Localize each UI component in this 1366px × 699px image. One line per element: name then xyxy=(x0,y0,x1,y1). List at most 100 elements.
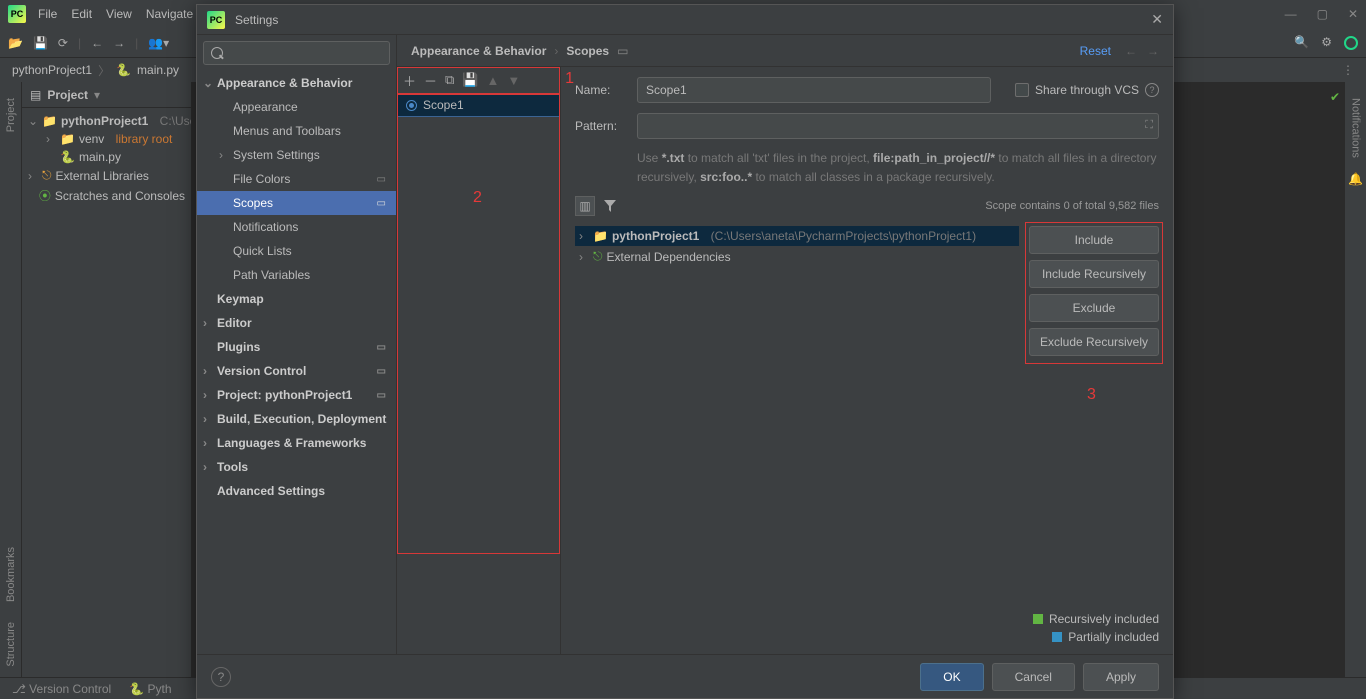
dialog-title: Settings xyxy=(235,13,278,27)
open-icon[interactable]: 📂 xyxy=(8,36,23,50)
nav-menus-toolbars[interactable]: Menus and Toolbars xyxy=(197,119,396,143)
nav-project[interactable]: ›Project: pythonProject1▭ xyxy=(197,383,396,407)
dialog-logo: PC xyxy=(207,11,225,29)
exclude-recursively-button[interactable]: Exclude Recursively xyxy=(1029,328,1159,356)
settings-search-input[interactable] xyxy=(203,41,390,65)
tree-scratches[interactable]: ⦿ Scratches and Consoles xyxy=(22,185,191,206)
back-icon[interactable]: ← xyxy=(91,36,103,50)
tree-main[interactable]: 🐍 main.py xyxy=(22,148,191,166)
nav-tools[interactable]: ›Tools xyxy=(197,455,396,479)
cancel-button[interactable]: Cancel xyxy=(992,663,1075,691)
nav-file-colors[interactable]: File Colors▭ xyxy=(197,167,396,191)
view-mode-icon[interactable]: ▥ xyxy=(575,196,595,216)
nav-version-control[interactable]: ›Version Control▭ xyxy=(197,359,396,383)
remove-scope-icon[interactable]: － xyxy=(424,71,437,90)
include-button[interactable]: Include xyxy=(1029,226,1159,254)
nav-back-icon[interactable]: ← xyxy=(1125,44,1137,58)
dialog-help-icon[interactable]: ? xyxy=(211,667,231,687)
help-icon[interactable]: ? xyxy=(1145,83,1159,97)
nav-appearance[interactable]: Appearance xyxy=(197,95,396,119)
dialog-close-icon[interactable]: ✕ xyxy=(1151,11,1163,28)
include-recursively-button[interactable]: Include Recursively xyxy=(1029,260,1159,288)
scope-shared-icon xyxy=(406,100,417,111)
gutter-bookmarks[interactable]: Bookmarks xyxy=(5,547,17,602)
expand-pattern-icon[interactable]: ⛶ xyxy=(1145,119,1153,132)
gutter-notifications[interactable]: Notifications xyxy=(1350,98,1362,158)
panel-title: Project xyxy=(47,88,88,102)
panel-dropdown-icon[interactable]: ▾ xyxy=(94,88,100,102)
legend: Recursively included Partially included xyxy=(1029,612,1159,644)
ok-button[interactable]: OK xyxy=(920,663,983,691)
nav-forward-icon[interactable]: → xyxy=(1147,44,1159,58)
nav-build[interactable]: ›Build, Execution, Deployment xyxy=(197,407,396,431)
menu-view[interactable]: View xyxy=(106,7,132,21)
apply-button[interactable]: Apply xyxy=(1083,663,1159,691)
nav-lang-fw[interactable]: ›Languages & Frameworks xyxy=(197,431,396,455)
copy-scope-icon[interactable]: ⧉ xyxy=(445,72,454,88)
scope-detail: Name: Share through VCS ? Pattern: ⛶ xyxy=(561,67,1173,654)
nav-system-settings[interactable]: ›System Settings xyxy=(197,143,396,167)
move-up-icon[interactable]: ▲ xyxy=(487,73,500,88)
filter-icon[interactable] xyxy=(603,199,617,214)
status-python[interactable]: 🐍 Pyth xyxy=(129,682,171,696)
file-tree-ext[interactable]: ›⎋ External Dependencies xyxy=(575,246,1019,267)
share-vcs-checkbox[interactable] xyxy=(1015,83,1029,97)
tree-venv[interactable]: ›📁 venv library root xyxy=(22,130,191,148)
nav-keymap[interactable]: Keymap xyxy=(197,287,396,311)
share-vcs-label: Share through VCS xyxy=(1035,83,1139,97)
crumb-appearance[interactable]: Appearance & Behavior xyxy=(411,44,546,58)
settings-nav: ⌄Appearance & Behavior Appearance Menus … xyxy=(197,35,397,654)
nav-plugins[interactable]: Plugins▭ xyxy=(197,335,396,359)
nav-editor[interactable]: ›Editor xyxy=(197,311,396,335)
save-icon[interactable]: 💾 xyxy=(33,36,48,50)
menu-navigate[interactable]: Navigate xyxy=(146,7,193,21)
file-tree-root[interactable]: ›📁 pythonProject1 (C:\Users\aneta\Pychar… xyxy=(575,226,1019,246)
move-down-icon[interactable]: ▼ xyxy=(507,73,520,88)
pattern-hint: Use *.txt to match all 'txt' files in th… xyxy=(637,149,1159,186)
nav-notifications[interactable]: Notifications xyxy=(197,215,396,239)
search-icon[interactable]: 🔍 xyxy=(1294,35,1309,49)
project-badge-icon: ▭ xyxy=(617,44,628,58)
left-gutter: Project Bookmarks Structure xyxy=(0,82,22,677)
refresh-icon[interactable]: ⟳ xyxy=(58,36,68,50)
breadcrumb-project[interactable]: pythonProject1 xyxy=(12,63,92,77)
bell-icon[interactable]: 🔔 xyxy=(1348,172,1363,186)
name-label: Name: xyxy=(575,83,625,97)
reset-button[interactable]: Reset xyxy=(1080,44,1111,58)
scope-list-panel: ＋ － ⧉ 💾 ▲ ▼ Scope1 xyxy=(397,67,561,654)
nav-advanced[interactable]: Advanced Settings xyxy=(197,479,396,503)
close-icon[interactable]: ✕ xyxy=(1348,7,1358,21)
python-file-icon: 🐍 xyxy=(116,63,131,77)
scope-item[interactable]: Scope1 xyxy=(397,93,560,117)
gutter-project[interactable]: Project xyxy=(5,98,17,132)
settings-dialog: PC Settings ✕ ⌄Appearance & Behavior App… xyxy=(196,4,1174,699)
tree-root[interactable]: ⌄📁 pythonProject1 C:\Users xyxy=(22,112,191,130)
project-header-icon: ▤ xyxy=(30,88,41,102)
more-icon[interactable]: ⋮ xyxy=(1342,63,1354,77)
forward-icon[interactable]: → xyxy=(113,36,125,50)
gutter-structure[interactable]: Structure xyxy=(5,622,17,667)
nav-quick-lists[interactable]: Quick Lists xyxy=(197,239,396,263)
menu-file[interactable]: File xyxy=(38,7,57,21)
minimize-icon[interactable]: — xyxy=(1285,7,1297,21)
add-scope-icon[interactable]: ＋ xyxy=(403,71,416,90)
scope-name-input[interactable] xyxy=(637,77,991,103)
menu-bar: File Edit View Navigate xyxy=(38,7,193,21)
status-vc[interactable]: ⎇ Version Control xyxy=(12,682,111,696)
save-scope-icon[interactable]: 💾 xyxy=(462,72,478,88)
nav-path-variables[interactable]: Path Variables xyxy=(197,263,396,287)
action-buttons: Include Include Recursively Exclude Excl… xyxy=(1029,226,1159,602)
project-tree: ⌄📁 pythonProject1 C:\Users ›📁 venv libra… xyxy=(22,108,191,210)
tree-ext-libs[interactable]: ›⎋ External Libraries xyxy=(22,166,191,185)
nav-appearance-behavior[interactable]: ⌄Appearance & Behavior xyxy=(197,71,396,95)
menu-edit[interactable]: Edit xyxy=(71,7,92,21)
settings-icon[interactable]: ⚙ xyxy=(1321,35,1332,49)
circle-icon[interactable] xyxy=(1344,35,1358,50)
pycharm-logo: PC xyxy=(8,5,26,23)
nav-scopes[interactable]: Scopes▭ xyxy=(197,191,396,215)
pattern-input[interactable] xyxy=(637,113,1159,139)
maximize-icon[interactable]: ▢ xyxy=(1317,7,1328,21)
exclude-button[interactable]: Exclude xyxy=(1029,294,1159,322)
breadcrumb-file[interactable]: main.py xyxy=(137,63,179,77)
users-icon[interactable]: 👥▾ xyxy=(148,36,169,50)
